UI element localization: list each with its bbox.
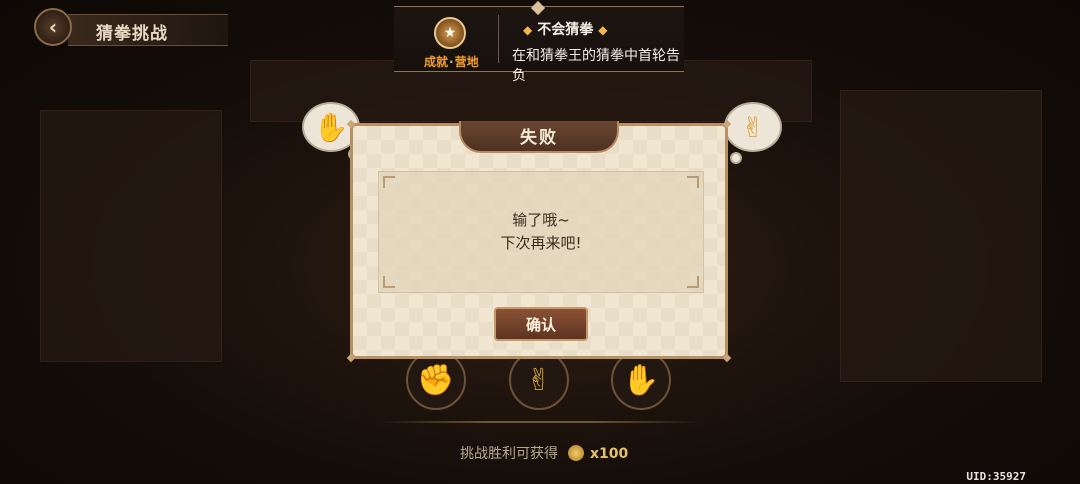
trophy-badge-icon: ★ bbox=[434, 17, 466, 49]
yellow-scissors-hand-icon: ✌ bbox=[741, 110, 765, 144]
dialog-title: 失败 bbox=[520, 128, 558, 148]
box-corner bbox=[687, 276, 699, 288]
message-line-1: 输了哦~ bbox=[512, 211, 570, 229]
reward-amount: x100 bbox=[590, 446, 629, 462]
diamond-icon: ◆ bbox=[523, 23, 533, 37]
red-fist-icon: ✊ bbox=[417, 362, 455, 398]
achievement-description: 在和猜拳王的猜拳中首轮告负 bbox=[512, 48, 680, 84]
paper-choice-button[interactable]: ✋ bbox=[611, 350, 671, 410]
achievement-name: ◆ 不会猜拳 ◆ bbox=[518, 19, 612, 39]
box-corner bbox=[687, 176, 699, 188]
box-corner bbox=[383, 276, 395, 288]
box-corner bbox=[383, 176, 395, 188]
diamond-icon: ◆ bbox=[598, 23, 608, 37]
rock-choice-button[interactable]: ✊ bbox=[406, 350, 466, 410]
bg-shelf-left bbox=[40, 110, 222, 362]
message-box: 输了哦~ 下次再来吧! bbox=[378, 171, 704, 293]
reward-label: 挑战胜利可获得 bbox=[460, 446, 558, 462]
banner-divider bbox=[498, 15, 499, 63]
blue-paper-hand-icon: ✋ bbox=[313, 110, 349, 144]
scissors-choice-button[interactable]: ✌ bbox=[509, 350, 569, 410]
tag-separator: · bbox=[449, 55, 454, 69]
blue-paper-icon: ✋ bbox=[622, 362, 660, 398]
bubble-tail-dot bbox=[730, 152, 742, 164]
yellow-scissors-icon: ✌ bbox=[526, 362, 552, 398]
result-dialog: 失败 输了哦~ 下次再来吧! 确认 bbox=[346, 119, 732, 363]
confirm-button[interactable]: 确认 bbox=[494, 307, 588, 341]
reward-divider bbox=[380, 421, 700, 423]
achievement-banner: ★ 成就·营地 ◆ 不会猜拳 ◆ 在和猜拳王的猜拳中首轮告负 bbox=[394, 0, 684, 84]
reward-info: 挑战胜利可获得 x100 bbox=[460, 443, 628, 463]
message-line-2: 下次再来吧! bbox=[500, 234, 582, 252]
coin-icon bbox=[568, 445, 584, 461]
achievement-name-text: 不会猜拳 bbox=[537, 22, 594, 38]
header: ‹ 猜拳挑战 bbox=[34, 6, 234, 46]
uid-label: UID:35927 bbox=[966, 470, 1026, 483]
bg-shelf-right bbox=[840, 90, 1042, 382]
page-title: 猜拳挑战 bbox=[96, 24, 168, 44]
opponent-bubble-right: ✌ bbox=[724, 102, 782, 152]
dialog-header: 失败 bbox=[459, 121, 619, 153]
back-button[interactable]: ‹ bbox=[34, 8, 72, 46]
achievement-tag-right: 营地 bbox=[454, 55, 479, 69]
achievement-tag: 成就·营地 bbox=[424, 53, 479, 70]
achievement-tag-left: 成就 bbox=[424, 55, 449, 69]
chevron-left-icon: ‹ bbox=[48, 15, 58, 39]
